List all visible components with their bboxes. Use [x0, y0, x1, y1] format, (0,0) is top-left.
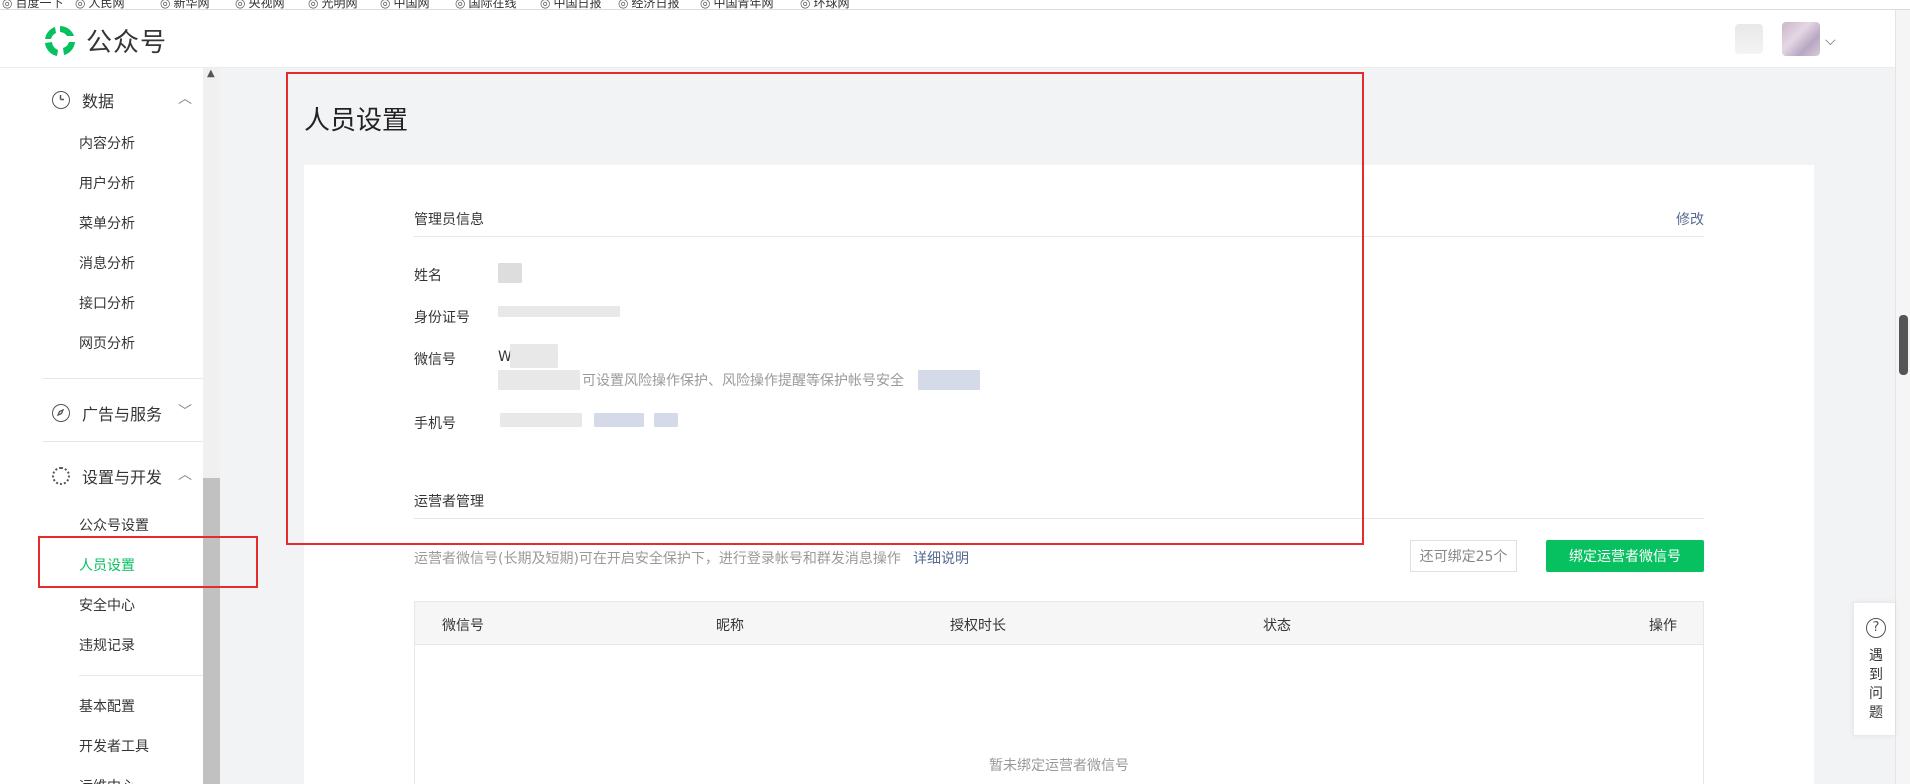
- top-header: 公众号 ⌵: [0, 10, 1895, 68]
- sidebar-section-title: 设置与开发: [82, 468, 163, 487]
- bookmark-item[interactable]: 人民网: [75, 0, 124, 9]
- sidebar-item-developer-tools[interactable]: 开发者工具: [79, 736, 149, 756]
- bookmark-item[interactable]: 中国青年网: [700, 0, 773, 9]
- sidebar-item-account-settings[interactable]: 公众号设置: [79, 515, 149, 535]
- clock-icon: [52, 91, 70, 109]
- bind-operator-button[interactable]: 绑定运营者微信号: [1546, 540, 1704, 572]
- column-header: 操作: [1649, 618, 1677, 634]
- sidebar-item-security-center[interactable]: 安全中心: [79, 595, 135, 615]
- sidebar-item-basic-config[interactable]: 基本配置: [79, 696, 135, 716]
- chevron-up-icon[interactable]: ︿: [178, 464, 192, 484]
- scrollbar-thumb[interactable]: [203, 478, 220, 784]
- question-icon: ?: [1866, 618, 1886, 638]
- sidebar-section-title: 数据: [82, 92, 115, 111]
- scrollbar-thumb[interactable]: [1899, 315, 1908, 375]
- operators-table: 微信号 昵称 授权时长 状态 操作 暂未绑定运营者微信号: [414, 601, 1704, 784]
- sidebar-item-user-analysis[interactable]: 用户分析: [79, 173, 135, 193]
- sidebar-section-settings[interactable]: 设置与开发: [52, 464, 162, 488]
- bookmark-item[interactable]: 国际在线: [455, 0, 516, 9]
- bookmark-bar: 百度一下 人民网 新华网 央视网 光明网 中国网 国际在线 中国日报 经济日报 …: [0, 0, 1910, 10]
- wechat-logo-icon: [42, 23, 78, 59]
- bookmark-item[interactable]: 光明网: [308, 0, 357, 9]
- scroll-up-icon[interactable]: ▲: [207, 68, 215, 79]
- chevron-down-icon[interactable]: ⌵: [1825, 33, 1836, 49]
- bookmark-item[interactable]: 央视网: [235, 0, 284, 9]
- sidebar: 数据 ︿ 内容分析 用户分析 菜单分析 消息分析 接口分析 网页分析 广告与服务…: [0, 68, 203, 784]
- column-header: 授权时长: [950, 618, 1006, 634]
- sidebar-item-content-analysis[interactable]: 内容分析: [79, 133, 135, 153]
- divider: [43, 441, 203, 442]
- sidebar-section-ads[interactable]: 广告与服务: [52, 401, 162, 425]
- chevron-down-icon[interactable]: ﹀: [178, 401, 192, 421]
- sidebar-item-web-analysis[interactable]: 网页分析: [79, 333, 135, 353]
- compass-icon: [52, 404, 70, 422]
- bookmark-item[interactable]: 新华网: [160, 0, 209, 9]
- sidebar-item-message-analysis[interactable]: 消息分析: [79, 253, 135, 273]
- operators-description: 运营者微信号(长期及短期)可在开启安全保护下，进行登录帐号和群发消息操作: [414, 551, 901, 567]
- column-header: 昵称: [716, 618, 744, 634]
- sidebar-section-data[interactable]: 数据: [52, 88, 114, 112]
- divider: [43, 378, 203, 379]
- bookmark-item[interactable]: 环球网: [800, 0, 849, 9]
- bookmark-item[interactable]: 中国日报: [540, 0, 601, 9]
- remaining-badge: 还可绑定25个: [1410, 540, 1517, 572]
- sidebar-section-title: 广告与服务: [82, 405, 163, 424]
- detail-link[interactable]: 详细说明: [913, 548, 969, 568]
- help-widget[interactable]: ? 遇到问题: [1853, 602, 1895, 736]
- bookmark-item[interactable]: 百度一下: [2, 0, 63, 9]
- sidebar-item-menu-analysis[interactable]: 菜单分析: [79, 213, 135, 233]
- empty-state: 暂未绑定运营者微信号: [989, 758, 1129, 774]
- avatar[interactable]: [1782, 22, 1820, 56]
- table-header: 微信号 昵称 授权时长 状态 操作: [415, 602, 1703, 645]
- edit-link[interactable]: 修改: [1676, 209, 1704, 229]
- bookmark-item[interactable]: 经济日报: [618, 0, 679, 9]
- notification-icon[interactable]: [1735, 24, 1763, 54]
- gear-icon: [52, 467, 70, 485]
- logo[interactable]: 公众号: [42, 22, 167, 59]
- sidebar-item-api-analysis[interactable]: 接口分析: [79, 293, 135, 313]
- column-header: 状态: [1263, 618, 1291, 634]
- highlight-box: [38, 536, 258, 588]
- sidebar-item-ops-center[interactable]: 运维中心: [79, 776, 135, 784]
- sidebar-item-violation-records[interactable]: 违规记录: [79, 635, 135, 655]
- page-scrollbar[interactable]: [1895, 10, 1910, 784]
- highlight-box: [286, 72, 1364, 545]
- logo-text: 公众号: [86, 28, 168, 58]
- divider: [79, 675, 203, 676]
- bookmark-item[interactable]: 中国网: [380, 0, 429, 9]
- column-header: 微信号: [442, 618, 484, 634]
- sidebar-scrollbar[interactable]: ▲: [203, 68, 220, 784]
- help-label: 遇到问题: [1869, 648, 1883, 721]
- chevron-up-icon[interactable]: ︿: [178, 88, 192, 108]
